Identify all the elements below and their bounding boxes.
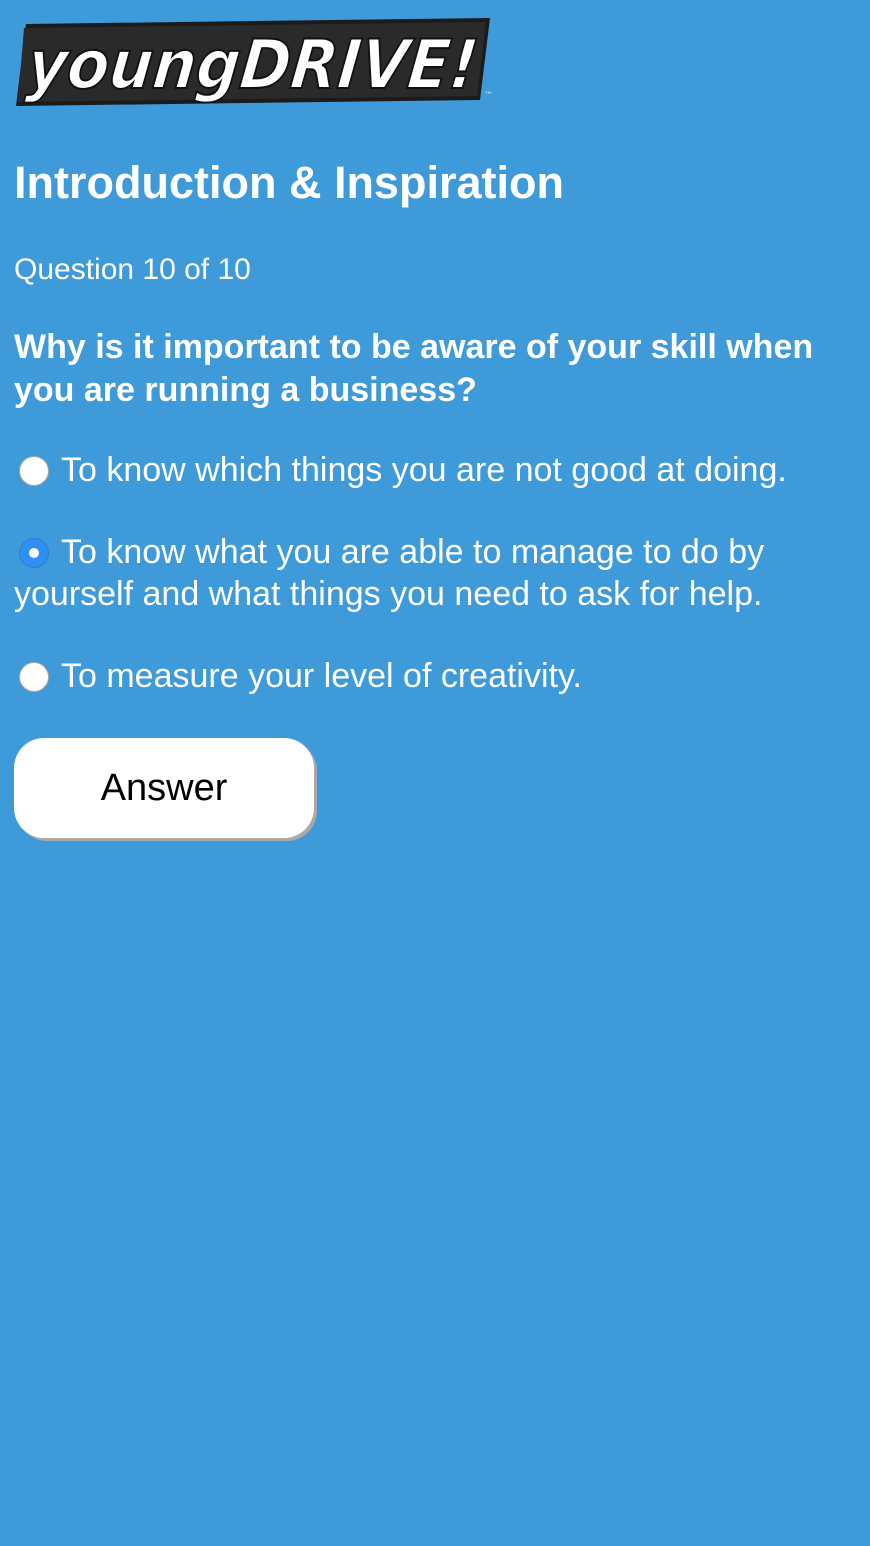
option-3-label[interactable]: To measure your level of creativity. bbox=[61, 657, 582, 695]
logo-wordmark: youngDRIVE! bbox=[24, 26, 482, 105]
radio-button-option-3[interactable] bbox=[19, 662, 49, 692]
radio-button-option-2[interactable] bbox=[19, 538, 49, 568]
radio-button-option-1[interactable] bbox=[19, 456, 49, 486]
question-counter: Question 10 of 10 bbox=[14, 253, 251, 286]
youngdrive-logo: youngDRIVE! ™ bbox=[14, 16, 494, 108]
option-1-label[interactable]: To know which things you are not good at… bbox=[61, 451, 787, 489]
question-text: Why is it important to be aware of your … bbox=[14, 328, 814, 409]
answer-button[interactable]: Answer bbox=[14, 738, 314, 838]
answer-option-2[interactable]: To know what you are able to manage to d… bbox=[14, 531, 854, 615]
page-title: Introduction & Inspiration bbox=[14, 157, 564, 208]
answer-option-1[interactable]: To know which things you are not good at… bbox=[14, 449, 854, 491]
answer-option-3[interactable]: To measure your level of creativity. bbox=[14, 655, 854, 697]
option-2-label[interactable]: To know what you are able to manage to d… bbox=[14, 533, 764, 613]
logo-trademark: ™ bbox=[484, 91, 493, 101]
